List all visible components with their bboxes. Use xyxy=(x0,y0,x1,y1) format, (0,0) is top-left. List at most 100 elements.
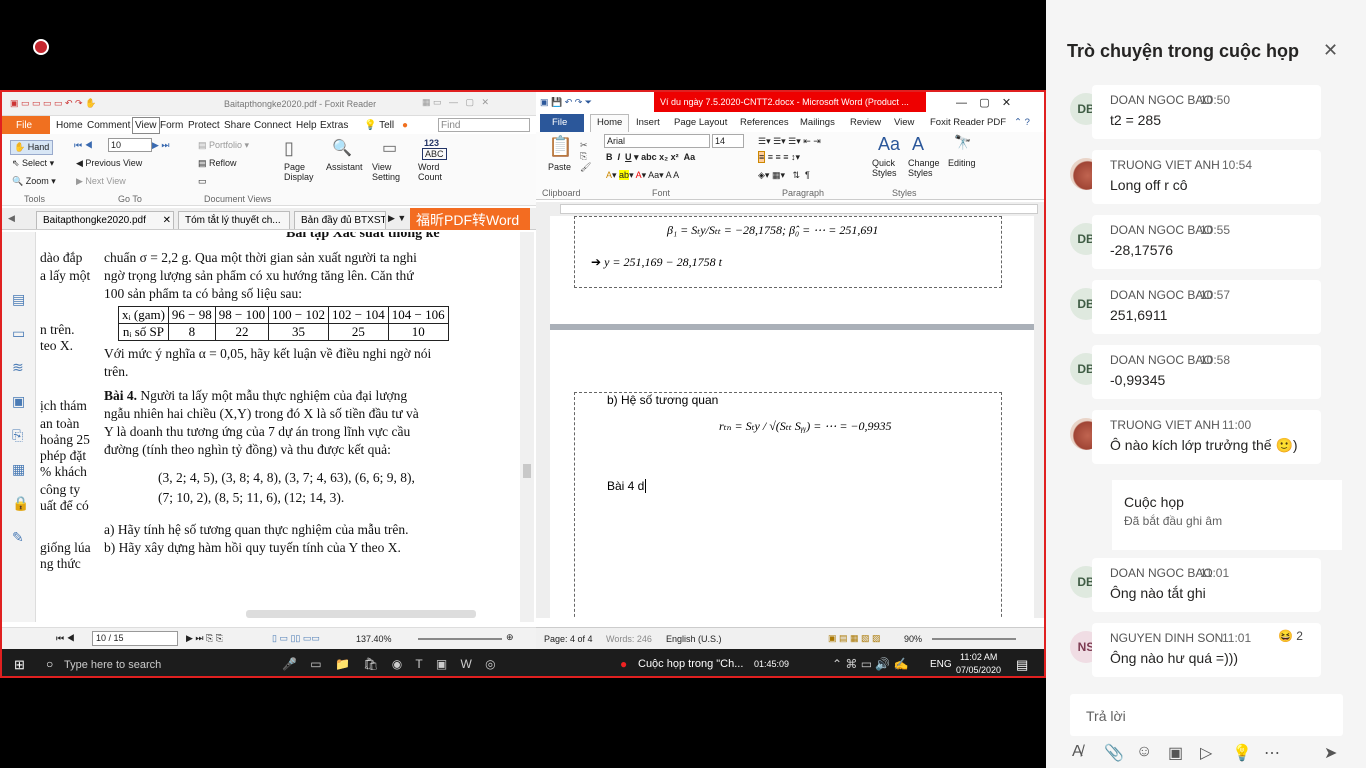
quick-styles-button[interactable]: Quick Styles xyxy=(872,158,906,178)
page-number-input[interactable]: 10 xyxy=(108,138,152,152)
color-buttons[interactable]: A▾ ab▾ A▾ Aa▾ A A xyxy=(606,170,679,181)
vertical-scrollbar[interactable] xyxy=(520,232,534,622)
message-bubble[interactable]: DOAN NGOC BAO 10:55 -28,17576 xyxy=(1092,215,1321,269)
word-scrollbar[interactable] xyxy=(1034,216,1044,618)
taskbar-search[interactable]: Type here to search xyxy=(64,659,161,671)
send-icon[interactable]: ➤ xyxy=(1324,743,1337,763)
hand-tool-button[interactable]: ✋ Hand xyxy=(10,140,54,155)
font-size-select[interactable]: 14 xyxy=(712,134,744,148)
nav-forward-icon[interactable]: ▶ ⏭ xyxy=(152,140,170,151)
foxit-menu-home[interactable]: Home xyxy=(56,120,83,131)
word-zoom-level[interactable]: 90% xyxy=(904,634,922,644)
word-tab-home[interactable]: Home xyxy=(590,114,630,132)
praise-icon[interactable]: 💡 xyxy=(1232,743,1252,763)
foxit-menu-protect[interactable]: Protect xyxy=(188,120,220,131)
previous-view-button[interactable]: ◀ Previous View xyxy=(76,158,142,169)
nav-arrows-icon[interactable]: ⏮ ◀ xyxy=(74,140,93,151)
foxit-menu-help[interactable]: Help xyxy=(296,120,317,131)
word-quick-access-icons[interactable]: ▣ 💾 ↶ ↷ ⏷ xyxy=(540,97,592,108)
word-window-controls[interactable]: — ▢ ✕ xyxy=(956,96,1011,109)
word-tab-references[interactable]: References xyxy=(740,117,789,128)
doc-view-icon[interactable]: ▭ xyxy=(198,176,207,187)
message-bubble[interactable]: TRUONG VIET ANH 10:54 Long off r cô xyxy=(1092,150,1321,204)
page-display-button[interactable]: Page Display xyxy=(284,162,324,182)
input-language[interactable]: ENG xyxy=(930,659,952,670)
chat-message[interactable]: DB DOAN NGOC BAO 10:57 251,6911 xyxy=(1070,280,1366,336)
foxit-menu-share[interactable]: Share xyxy=(224,120,251,131)
next-view-button[interactable]: ▶ Next View xyxy=(76,176,126,187)
foxit-menu-form[interactable]: Form xyxy=(160,120,183,131)
word-tab-page-layout[interactable]: Page Layout xyxy=(674,117,727,128)
help-icon[interactable]: ⌃ ? xyxy=(1014,117,1030,128)
message-bubble[interactable]: TRUONG VIET ANH 11:00 Ô nào kích lớp trưởn… xyxy=(1092,410,1321,464)
chat-message[interactable]: DB DOAN NGOC BAO 10:55 -28,17576 xyxy=(1070,215,1366,271)
more-icon[interactable]: ⋯ xyxy=(1264,743,1280,763)
chat-message[interactable]: NS NGUYEN DINH SON 11:01 Ông nào hư quá =))… xyxy=(1070,623,1366,679)
message-bubble[interactable]: DOAN NGOC BAO 10:50 t2 = 285 xyxy=(1092,85,1321,139)
word-tab-review[interactable]: Review xyxy=(850,117,881,128)
format-buttons[interactable]: B I U ▾ abc x₂ x² Aa xyxy=(606,152,695,163)
zoom-slider[interactable] xyxy=(418,638,502,640)
close-icon[interactable]: ✕ xyxy=(1323,40,1338,61)
message-bubble[interactable]: DOAN NGOC BAO 11:01 Ông nào tắt ghi xyxy=(1092,558,1321,612)
word-count-button[interactable]: Word Count xyxy=(418,162,452,182)
zoom-tool-button[interactable]: 🔍 Zoom ▾ xyxy=(12,176,56,187)
horizontal-scrollbar[interactable] xyxy=(246,610,476,618)
windows-start-icon[interactable]: ⊞ xyxy=(14,657,25,673)
zoom-level[interactable]: 137.40% xyxy=(356,634,392,644)
portfolio-button[interactable]: ▤ Portfolio ▾ xyxy=(198,140,249,151)
message-bubble[interactable]: DOAN NGOC BAO 10:57 251,6911 xyxy=(1092,280,1321,334)
foxit-file-menu[interactable]: File xyxy=(2,116,50,134)
foxit-menu-comment[interactable]: Comment xyxy=(87,120,130,131)
typing-line[interactable]: Bài 4 d xyxy=(607,479,650,493)
sidebar-tool-icons[interactable]: ▤ ▭ ≋ ▣ ⎘ ▦ 🔒 ✎ xyxy=(12,282,29,554)
select-tool-button[interactable]: ⇖ Select ▾ xyxy=(12,158,54,169)
foxit-find-input[interactable]: Find xyxy=(438,118,530,132)
foxit-menu-view[interactable]: View xyxy=(132,117,160,134)
gif-icon[interactable]: ▷ xyxy=(1200,743,1212,763)
word-language[interactable]: English (U.S.) xyxy=(666,634,722,644)
word-tab-file[interactable]: File xyxy=(540,114,584,132)
word-page-count[interactable]: Page: 4 of 4 xyxy=(544,634,593,644)
font-name-select[interactable]: Arial xyxy=(604,134,710,148)
chat-message[interactable]: TRUONG VIET ANH 10:54 Long off r cô xyxy=(1070,150,1366,206)
reply-input[interactable]: Trả lời xyxy=(1070,694,1343,736)
smiley-icon[interactable]: ● xyxy=(402,120,408,131)
word-tab-mailings[interactable]: Mailings xyxy=(800,117,835,128)
clock-time[interactable]: 11:02 AM xyxy=(960,652,997,662)
word-tab-insert[interactable]: Insert xyxy=(636,117,660,128)
clock-date[interactable]: 07/05/2020 xyxy=(956,665,1001,675)
emoji-icon[interactable]: ☺ xyxy=(1136,743,1152,761)
window-controls-icon[interactable]: ▦ ▭ — ▢ ✕ xyxy=(422,97,489,108)
foxit-menu-tell[interactable]: 💡 Tell xyxy=(364,120,394,131)
change-styles-button[interactable]: Change Styles xyxy=(908,158,944,178)
list-buttons[interactable]: ☰▾ ☰▾ ☰▾ ⇤ ⇥ xyxy=(758,136,821,147)
pdf-to-word-banner[interactable]: 福昕PDF转Word xyxy=(410,208,530,230)
view-mode-icons[interactable]: ▣ ▤ ▦ ▧ ▨ xyxy=(828,633,881,644)
view-setting-button[interactable]: View Setting xyxy=(372,162,412,182)
word-zoom-slider[interactable] xyxy=(932,638,1016,640)
message-bubble[interactable]: DOAN NGOC BAO 10:58 -0,99345 xyxy=(1092,345,1321,399)
align-buttons[interactable]: ≡ ≡ ≡ ≡ ↕▾ xyxy=(758,151,800,163)
tab-baitapthongke[interactable]: Baitapthongke2020.pdf ✕ xyxy=(36,211,174,229)
chat-message[interactable]: DB DOAN NGOC BAO 10:50 t2 = 285 xyxy=(1070,85,1366,141)
meeting-card[interactable]: Cuộc họp Đã bắt đầu ghi âm xyxy=(1112,480,1342,550)
message-bubble[interactable]: NGUYEN DINH SON 11:01 Ông nào hư quá =))) 😆… xyxy=(1092,623,1321,677)
tabs-dropdown-icon[interactable]: ▶ ▼ xyxy=(388,213,406,224)
foxit-menu-connect[interactable]: Connect xyxy=(254,120,291,131)
notification-icon[interactable]: ▤ xyxy=(1016,657,1028,673)
page-indicator-input[interactable]: 10 / 15 xyxy=(92,631,178,646)
editing-button[interactable]: Editing xyxy=(948,158,976,168)
chat-message[interactable]: TRUONG VIET ANH 11:00 Ô nào kích lớp trưởn… xyxy=(1070,410,1366,466)
sticker-icon[interactable]: ▣ xyxy=(1168,743,1183,763)
zoom-in-icon[interactable]: ⊕ xyxy=(506,632,514,643)
tab-ban-day-du[interactable]: Bản đầy đủ BTXST xyxy=(294,211,386,229)
tabs-left-arrow-icon[interactable]: ◀ xyxy=(8,213,15,224)
reaction-badge[interactable]: 😆 2 xyxy=(1278,629,1303,643)
foxit-menu-extras[interactable]: Extras xyxy=(320,120,348,131)
word-word-count[interactable]: Words: 246 xyxy=(606,634,652,644)
next-last-page-icon[interactable]: ▶ ⏭ ⎘ ⎘ xyxy=(186,633,223,644)
taskbar-app-icons[interactable]: 🎤 ▭ 📁 🛍 ◉ T ▣ W ◎ xyxy=(282,657,496,671)
word-tab-view[interactable]: View xyxy=(894,117,914,128)
chat-message[interactable]: DB DOAN NGOC BAO 10:58 -0,99345 xyxy=(1070,345,1366,401)
